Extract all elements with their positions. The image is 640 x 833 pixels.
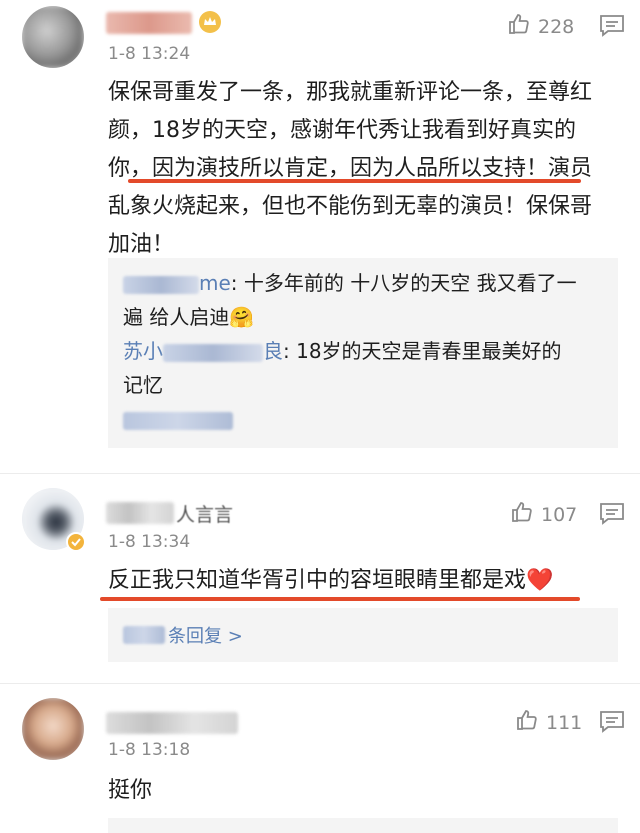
- username-blurred[interactable]: [106, 12, 192, 34]
- comment-reply-icon[interactable]: [599, 502, 625, 530]
- reply-2[interactable]: 苏小 良: 18岁的天空是青春里最美好的: [123, 334, 562, 368]
- highlight-underline: [100, 597, 580, 601]
- reply-1[interactable]: me: 十多年前的 十八岁的天空 我又看了一: [123, 266, 577, 300]
- comment-text: 保保哥重发了一条，那我就重新评论一条，至尊红 颜，18岁的天空，感谢年代秀让我看…: [108, 80, 593, 257]
- like-button[interactable]: 107: [510, 500, 577, 529]
- thumbs-up-icon: [507, 12, 531, 41]
- like-count: 111: [546, 711, 583, 734]
- avatar[interactable]: [22, 698, 84, 760]
- username-visible[interactable]: 人言言: [176, 500, 233, 527]
- divider: [0, 683, 640, 684]
- more-replies-link[interactable]: [123, 412, 233, 430]
- like-count: 228: [538, 15, 575, 38]
- like-button[interactable]: 228: [507, 12, 574, 41]
- comment-3: 1-8 13:18 111 挺你: [0, 690, 640, 833]
- comment-text: 反正我只知道华胥引中的容垣眼睛里都是戏❤️: [108, 568, 554, 593]
- like-count: 107: [541, 503, 578, 526]
- replies-box: me: 十多年前的 十八岁的天空 我又看了一 遍 给人启迪🤗 苏小 良: 18岁的…: [108, 258, 618, 448]
- like-button[interactable]: 111: [515, 708, 582, 737]
- verified-badge-icon: [66, 532, 86, 556]
- comment-1: 1-8 13:24 228 保保哥重发了一条，那我就重新评论一条，至尊红 颜，1…: [0, 0, 640, 480]
- comment-reply-icon[interactable]: [599, 14, 625, 42]
- comment-time: 1-8 13:34: [108, 532, 191, 552]
- reply-1-cont: 遍 给人启迪🤗: [123, 305, 255, 329]
- comment-time: 1-8 13:24: [108, 44, 191, 64]
- more-replies-link[interactable]: 条回复 >: [168, 622, 243, 648]
- reply-2-cont: 记忆: [123, 373, 163, 397]
- thumbs-up-icon: [510, 500, 534, 529]
- comment-text: 挺你: [108, 778, 153, 803]
- replies-box-partial: [108, 818, 618, 833]
- thumbs-up-icon: [515, 708, 539, 737]
- comment-2: 人言言 1-8 13:34 107 反正我只知道华胥引中的容垣眼睛里都是戏❤️ …: [0, 480, 640, 680]
- divider: [0, 473, 640, 474]
- more-replies-blur[interactable]: [123, 626, 165, 644]
- username-blurred[interactable]: [106, 502, 174, 524]
- comment-reply-icon[interactable]: [599, 710, 625, 738]
- replies-box: 条回复 >: [108, 608, 618, 662]
- comment-time: 1-8 13:18: [108, 740, 191, 760]
- username-blurred[interactable]: [106, 712, 238, 734]
- highlight-underline: [128, 179, 581, 183]
- avatar[interactable]: [22, 6, 84, 68]
- crown-icon: [198, 10, 222, 38]
